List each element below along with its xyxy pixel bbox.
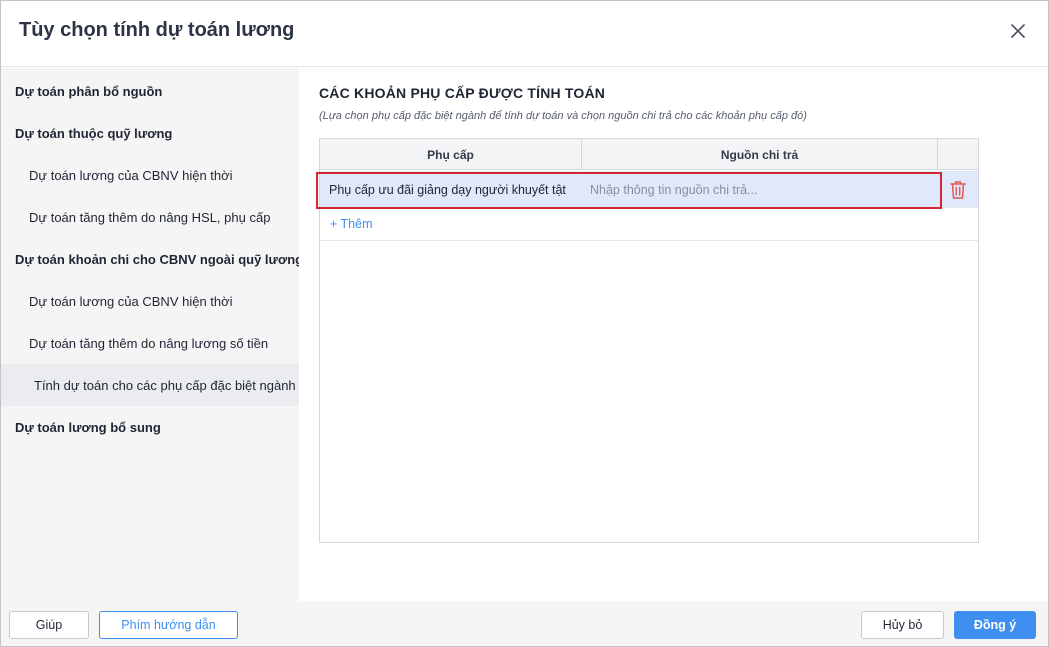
dialog-title: Tùy chọn tính dự toán lương bbox=[19, 19, 295, 41]
add-row-link[interactable]: + Thêm bbox=[330, 217, 373, 231]
sidebar-item-du-toan-thuoc-quy-luong[interactable]: Dự toán thuộc quỹ lương bbox=[1, 112, 299, 154]
table-header: Phụ cấp Nguồn chi trả bbox=[320, 139, 978, 170]
close-icon bbox=[1011, 24, 1025, 38]
column-header-actions bbox=[938, 139, 978, 170]
sidebar: Dự toán phân bổ nguồn Dự toán thuộc quỹ … bbox=[1, 68, 303, 601]
dialog-header: Tùy chọn tính dự toán lương bbox=[1, 1, 1048, 67]
add-row: + Thêm bbox=[320, 209, 978, 241]
sidebar-item-khoan-chi-ngoai-quy-luong[interactable]: Dự toán khoản chi cho CBNV ngoài quỹ lươ… bbox=[1, 238, 303, 280]
trash-icon bbox=[950, 181, 966, 199]
sidebar-item-label: Dự toán lương của CBNV hiện thời bbox=[29, 293, 233, 309]
sidebar-item-label: Dự toán khoản chi cho CBNV ngoài quỹ lươ… bbox=[15, 251, 304, 267]
help-button[interactable]: Giúp bbox=[9, 611, 89, 639]
column-header-source: Nguồn chi trả bbox=[582, 139, 938, 170]
shortcut-guide-button[interactable]: Phím hướng dẫn bbox=[99, 611, 238, 639]
dialog: Tùy chọn tính dự toán lương Dự toán phân… bbox=[0, 0, 1049, 647]
sidebar-item-label: Tính dự toán cho các phụ cấp đặc biệt ng… bbox=[34, 377, 296, 393]
allowance-table: Phụ cấp Nguồn chi trả Phụ cấp ưu đãi giả… bbox=[316, 138, 979, 543]
main-content: CÁC KHOẢN PHỤ CẤP ĐƯỢC TÍNH TOÁN (Lựa ch… bbox=[299, 68, 1048, 601]
column-header-allowance: Phụ cấp bbox=[320, 139, 582, 170]
sidebar-item-du-toan-phan-bo-nguon[interactable]: Dự toán phân bổ nguồn bbox=[1, 70, 299, 112]
section-title: CÁC KHOẢN PHỤ CẤP ĐƯỢC TÍNH TOÁN bbox=[319, 85, 606, 101]
allowance-cell[interactable]: Phụ cấp ưu đãi giảng dạy người khuyết tậ… bbox=[329, 171, 566, 208]
section-description: (Lựa chọn phụ cấp đặc biệt ngành để tính… bbox=[319, 110, 807, 122]
source-cell[interactable] bbox=[582, 171, 938, 208]
sidebar-item-label: Dự toán phân bổ nguồn bbox=[15, 83, 163, 99]
sidebar-item-tang-them-luong-so-tien[interactable]: Dự toán tăng thêm do nâng lương số tiền bbox=[1, 322, 299, 364]
sidebar-item-luong-bo-sung[interactable]: Dự toán lương bổ sung bbox=[1, 406, 299, 448]
sidebar-item-label: Dự toán tăng thêm do nâng HSL, phụ cấp bbox=[29, 209, 271, 225]
close-button[interactable] bbox=[1006, 19, 1030, 43]
sidebar-item-luong-cbnv-hien-thoi-2[interactable]: Dự toán lương của CBNV hiện thời bbox=[1, 280, 299, 322]
cancel-button[interactable]: Hủy bỏ bbox=[861, 611, 944, 639]
sidebar-item-label: Dự toán tăng thêm do nâng lương số tiền bbox=[29, 335, 269, 351]
sidebar-item-label: Dự toán lương bổ sung bbox=[15, 419, 161, 435]
table-row[interactable]: Phụ cấp ưu đãi giảng dạy người khuyết tậ… bbox=[320, 171, 978, 208]
source-input[interactable] bbox=[582, 175, 938, 204]
sidebar-item-luong-cbnv-hien-thoi-1[interactable]: Dự toán lương của CBNV hiện thời bbox=[1, 154, 299, 196]
ok-button[interactable]: Đồng ý bbox=[954, 611, 1036, 639]
sidebar-item-phu-cap-dac-biet-nganh[interactable]: Tính dự toán cho các phụ cấp đặc biệt ng… bbox=[1, 364, 299, 406]
sidebar-item-tang-them-hsl[interactable]: Dự toán tăng thêm do nâng HSL, phụ cấp bbox=[1, 196, 299, 238]
dialog-footer: Giúp Phím hướng dẫn Hủy bỏ Đồng ý bbox=[1, 601, 1048, 646]
sidebar-item-label: Dự toán thuộc quỹ lương bbox=[15, 125, 173, 141]
sidebar-item-label: Dự toán lương của CBNV hiện thời bbox=[29, 167, 233, 183]
delete-row-button[interactable] bbox=[948, 179, 968, 200]
